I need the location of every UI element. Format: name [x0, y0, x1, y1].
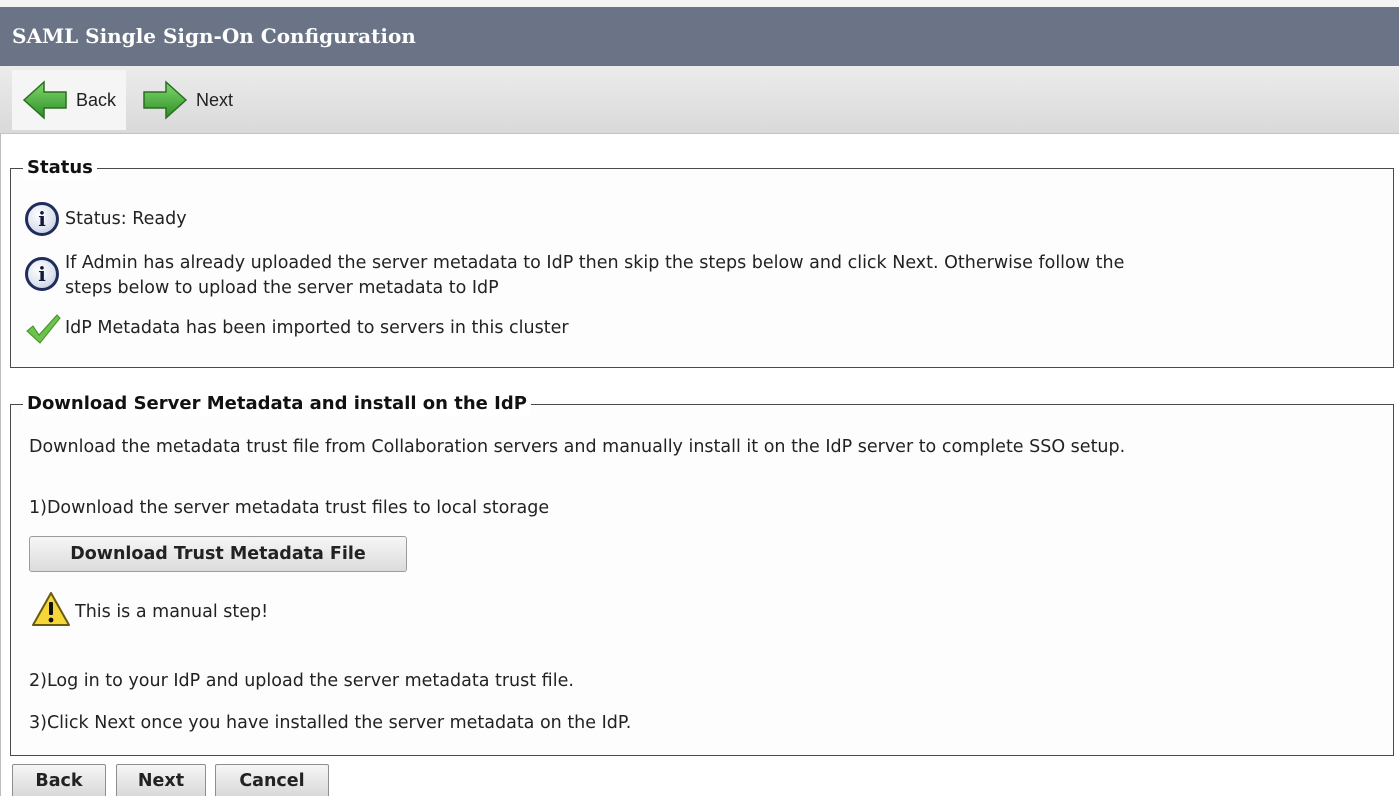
- step-3-text: 3)Click Next once you have installed the…: [29, 713, 632, 733]
- next-button[interactable]: Next: [116, 764, 206, 796]
- window-title: SAML Single Sign-On Configuration: [0, 0, 1399, 66]
- info-icon: i: [25, 202, 59, 236]
- toolbar-back-button[interactable]: Back: [12, 70, 126, 130]
- status-message: IdP Metadata has been imported to server…: [25, 313, 569, 345]
- status-legend: Status: [23, 156, 97, 180]
- download-section: Download Server Metadata and install on …: [10, 392, 1394, 756]
- warning-icon: [32, 592, 70, 626]
- status-ready-text: Status: Ready: [65, 209, 187, 229]
- step-1: 1)Download the server metadata trust fil…: [29, 496, 549, 521]
- step-1-text: 1)Download the server metadata trust fil…: [29, 498, 550, 518]
- next-arrow-icon: [143, 80, 188, 120]
- status-instruction-line2: steps below to upload the server metadat…: [65, 278, 499, 298]
- cancel-button[interactable]: Cancel: [215, 764, 329, 796]
- step-3: 3)Click Next once you have installed the…: [29, 711, 631, 736]
- status-section: Status i Status: Ready i If Admin has al…: [10, 156, 1394, 368]
- download-intro-text: Download the metadata trust file from Co…: [29, 437, 1126, 457]
- warning-text: This is a manual step!: [75, 602, 269, 622]
- toolbar-next-button[interactable]: Next: [138, 70, 248, 130]
- status-instruction-line1: If Admin has already uploaded the server…: [65, 253, 1125, 273]
- metadata-imported-text: IdP Metadata has been imported to server…: [65, 318, 569, 338]
- checkmark-icon: [26, 314, 61, 344]
- toolbar-next-label: Next: [196, 89, 234, 110]
- download-trust-metadata-button[interactable]: Download Trust Metadata File: [29, 536, 407, 572]
- status-instruction-text: If Admin has already uploaded the server…: [65, 251, 1124, 301]
- step-2-text: 2)Log in to your IdP and upload the serv…: [29, 671, 574, 691]
- download-legend: Download Server Metadata and install on …: [23, 392, 531, 416]
- toolbar-back-label: Back: [76, 89, 117, 110]
- info-icon: i: [25, 257, 59, 291]
- warning-message: This is a manual step!: [31, 591, 268, 627]
- left-divider: [0, 134, 1, 796]
- toolbar: Back Next: [0, 66, 1399, 134]
- back-arrow-icon: [22, 80, 67, 120]
- status-message: i If Admin has already uploaded the serv…: [25, 251, 1124, 301]
- step-2: 2)Log in to your IdP and upload the serv…: [29, 669, 574, 694]
- status-message: i Status: Ready: [25, 202, 187, 236]
- back-button[interactable]: Back: [12, 764, 106, 796]
- download-intro: Download the metadata trust file from Co…: [29, 435, 1125, 460]
